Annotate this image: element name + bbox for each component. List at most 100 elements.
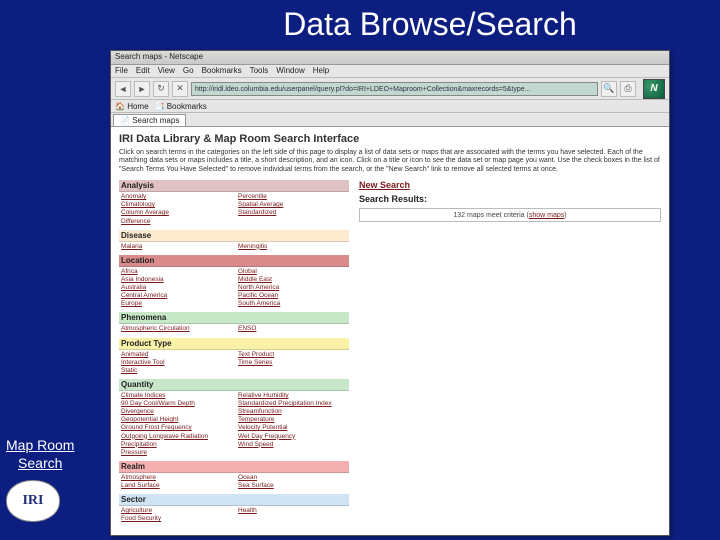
categories-column: AnalysisAnomalyClimatologyColumn Average… bbox=[119, 180, 349, 527]
category-links: AfricaAsia IndonesiaAustraliaCentral Ame… bbox=[119, 267, 349, 310]
menu-go[interactable]: Go bbox=[183, 66, 194, 76]
category-block: Product TypeAnimatedInteractive ToolStat… bbox=[119, 338, 349, 376]
search-term-link[interactable]: Meningitis bbox=[238, 243, 347, 251]
category-links: AnimatedInteractive ToolStatic Text Produ… bbox=[119, 350, 349, 376]
reload-button[interactable]: ↻ bbox=[153, 81, 169, 97]
category-links: Malaria Meningitis bbox=[119, 242, 349, 252]
search-term-link[interactable]: Asia Indonesia bbox=[121, 276, 230, 284]
iri-logo: IRI bbox=[6, 480, 60, 522]
search-term-link[interactable]: Time Series bbox=[238, 359, 347, 367]
category-header: Sector bbox=[119, 494, 349, 506]
search-term-link[interactable]: Standardized Precipitation Index bbox=[238, 400, 347, 408]
menu-file[interactable]: File bbox=[115, 66, 128, 76]
search-term-link[interactable]: Wind Speed bbox=[238, 441, 347, 449]
map-room-search-link[interactable]: Map Room Search bbox=[6, 436, 74, 472]
search-term-link[interactable]: Precipitation bbox=[121, 441, 230, 449]
search-term-link[interactable]: Food Security bbox=[121, 515, 230, 523]
menubar: File Edit View Go Bookmarks Tools Window… bbox=[111, 65, 669, 78]
menu-bookmarks[interactable]: Bookmarks bbox=[202, 66, 242, 76]
search-term-link[interactable]: Streamfunction bbox=[238, 408, 347, 416]
search-term-link[interactable]: Agriculture bbox=[121, 507, 230, 515]
category-block: LocationAfricaAsia IndonesiaAustraliaCen… bbox=[119, 255, 349, 310]
category-block: DiseaseMalariaMeningitis bbox=[119, 230, 349, 252]
search-term-link[interactable]: Static bbox=[121, 367, 230, 375]
search-term-link[interactable]: Pressure bbox=[121, 449, 230, 457]
new-search-link[interactable]: New Search bbox=[359, 180, 661, 190]
search-term-link[interactable]: 90 Day Cool/Warm Depth bbox=[121, 400, 230, 408]
search-term-link[interactable]: Ocean bbox=[238, 474, 347, 482]
category-block: RealmAtmosphereLand SurfaceOceanSea Surf… bbox=[119, 461, 349, 491]
page-content: IRI Data Library & Map Room Search Inter… bbox=[111, 127, 669, 535]
search-term-link[interactable]: South America bbox=[238, 300, 347, 308]
bookmark-bar: 🏠 Home 📑 Bookmarks bbox=[111, 100, 669, 113]
search-term-link[interactable]: Atmosphere bbox=[121, 474, 230, 482]
search-term-link[interactable]: Temperature bbox=[238, 416, 347, 424]
search-term-link[interactable]: Atmospheric Circulation bbox=[121, 325, 230, 333]
search-term-link[interactable]: Land Surface bbox=[121, 482, 230, 490]
search-term-link[interactable]: Africa bbox=[121, 268, 230, 276]
window-titlebar: Search maps - Netscape bbox=[111, 51, 669, 65]
results-label: Search Results: bbox=[359, 194, 661, 204]
forward-button[interactable]: ► bbox=[134, 81, 150, 97]
search-term-link[interactable]: Middle East bbox=[238, 276, 347, 284]
menu-edit[interactable]: Edit bbox=[136, 66, 150, 76]
search-term-link[interactable]: Divergence bbox=[121, 408, 230, 416]
category-links: AtmosphereLand Surface OceanSea Surface bbox=[119, 473, 349, 491]
search-term-link[interactable]: Health bbox=[238, 507, 347, 515]
print-button[interactable]: ⎙ bbox=[620, 81, 636, 97]
search-term-link[interactable]: Australia bbox=[121, 284, 230, 292]
stop-button[interactable]: ✕ bbox=[172, 81, 188, 97]
search-term-link[interactable]: Climatology bbox=[121, 201, 230, 209]
menu-window[interactable]: Window bbox=[276, 66, 304, 76]
search-term-link[interactable]: Difference bbox=[121, 218, 230, 226]
search-term-link[interactable]: Sea Surface bbox=[238, 482, 347, 490]
search-term-link[interactable]: Text Product bbox=[238, 351, 347, 359]
menu-help[interactable]: Help bbox=[313, 66, 329, 76]
search-term-link[interactable]: Wet Day Frequency bbox=[238, 433, 347, 441]
search-term-link[interactable]: Velocity Potential bbox=[238, 424, 347, 432]
search-term-link[interactable]: ENSO bbox=[238, 325, 347, 333]
search-term-link[interactable]: Europe bbox=[121, 300, 230, 308]
category-links: Climate Indices90 Day Cool/Warm DepthDiv… bbox=[119, 391, 349, 458]
slide-title: Data Browse/Search bbox=[0, 0, 720, 47]
category-links: AnomalyClimatologyColumn AverageDifferen… bbox=[119, 192, 349, 227]
netscape-throbber-icon: N bbox=[643, 79, 665, 99]
search-term-link[interactable]: Animated bbox=[121, 351, 230, 359]
search-term-link[interactable]: Column Average bbox=[121, 209, 230, 217]
search-term-link[interactable]: North America bbox=[238, 284, 347, 292]
search-term-link[interactable]: Geopotential Height bbox=[121, 416, 230, 424]
category-header: Phenomena bbox=[119, 312, 349, 324]
search-term-link[interactable]: Ground Frost Frequency bbox=[121, 424, 230, 432]
search-term-link[interactable]: Percentile bbox=[238, 193, 347, 201]
back-button[interactable]: ◄ bbox=[115, 81, 131, 97]
category-links: Atmospheric Circulation ENSO bbox=[119, 324, 349, 334]
page-intro: Click on search terms in the categories … bbox=[119, 149, 661, 174]
results-column: New Search Search Results: 132 maps meet… bbox=[359, 180, 661, 527]
category-block: PhenomenaAtmospheric Circulation ENSO bbox=[119, 312, 349, 334]
search-term-link[interactable]: Outgoing Longwave Radiation bbox=[121, 433, 230, 441]
search-term-link[interactable]: Relative Humidity bbox=[238, 392, 347, 400]
search-term-link[interactable]: Malaria bbox=[121, 243, 230, 251]
bookmarks-bookmark[interactable]: 📑 Bookmarks bbox=[155, 102, 207, 111]
search-term-link[interactable]: Pacific Ocean bbox=[238, 292, 347, 300]
search-term-link[interactable]: Standardized bbox=[238, 209, 347, 217]
search-term-link[interactable]: Climate Indices bbox=[121, 392, 230, 400]
home-bookmark[interactable]: 🏠 Home bbox=[115, 102, 149, 111]
search-term-link[interactable]: Anomaly bbox=[121, 193, 230, 201]
category-header: Analysis bbox=[119, 180, 349, 192]
search-button[interactable]: 🔍 bbox=[601, 81, 617, 97]
show-maps-link[interactable]: show maps bbox=[529, 212, 564, 219]
search-term-link[interactable]: Central America bbox=[121, 292, 230, 300]
tab-strip: 📄 Search maps bbox=[111, 113, 669, 127]
search-term-link[interactable]: Global bbox=[238, 268, 347, 276]
search-term-link[interactable]: Spatial Average bbox=[238, 201, 347, 209]
toolbar: ◄ ► ↻ ✕ http://iridl.ldeo.columbia.edu/u… bbox=[111, 78, 669, 100]
tab-search-maps[interactable]: 📄 Search maps bbox=[113, 114, 186, 126]
category-block: QuantityClimate Indices90 Day Cool/Warm … bbox=[119, 379, 349, 458]
category-block: SectorAgricultureFood Security Health bbox=[119, 494, 349, 524]
url-input[interactable]: http://iridl.ldeo.columbia.edu/userpanel… bbox=[191, 82, 598, 96]
menu-tools[interactable]: Tools bbox=[250, 66, 269, 76]
menu-view[interactable]: View bbox=[158, 66, 175, 76]
category-block: AnalysisAnomalyClimatologyColumn Average… bbox=[119, 180, 349, 227]
search-term-link[interactable]: Interactive Tool bbox=[121, 359, 230, 367]
